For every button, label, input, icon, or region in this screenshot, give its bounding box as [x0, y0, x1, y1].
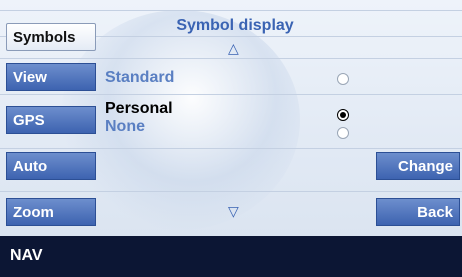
- sidebar-item-auto[interactable]: Auto: [6, 152, 96, 180]
- status-bar-label: NAV: [10, 247, 43, 264]
- sidebar-item-view[interactable]: View: [6, 63, 96, 91]
- nav-screen: Symbols View GPS Auto Zoom Symbol displa…: [0, 0, 462, 277]
- option-standard-label[interactable]: Standard: [105, 69, 174, 87]
- radio-none[interactable]: [337, 127, 349, 139]
- change-button[interactable]: Change: [376, 152, 460, 180]
- sidebar-item-gps[interactable]: GPS: [6, 106, 96, 134]
- divider: [0, 58, 462, 59]
- option-personal-label[interactable]: Personal: [105, 100, 173, 118]
- page-title: Symbol display: [176, 17, 294, 34]
- radio-standard[interactable]: [337, 73, 349, 85]
- back-button[interactable]: Back: [376, 198, 460, 226]
- divider: [0, 148, 462, 149]
- radio-personal[interactable]: [337, 109, 349, 121]
- divider: [0, 10, 462, 11]
- sidebar-item-zoom[interactable]: Zoom: [6, 198, 96, 226]
- scroll-up-icon[interactable]: △: [228, 40, 239, 57]
- option-none-label[interactable]: None: [105, 118, 145, 136]
- scroll-down-icon[interactable]: ▽: [228, 203, 239, 220]
- status-bar: NAV: [0, 236, 462, 277]
- background-swirl: [60, 10, 300, 230]
- sidebar-item-symbols[interactable]: Symbols: [6, 23, 96, 51]
- divider: [0, 191, 462, 192]
- divider: [0, 94, 462, 95]
